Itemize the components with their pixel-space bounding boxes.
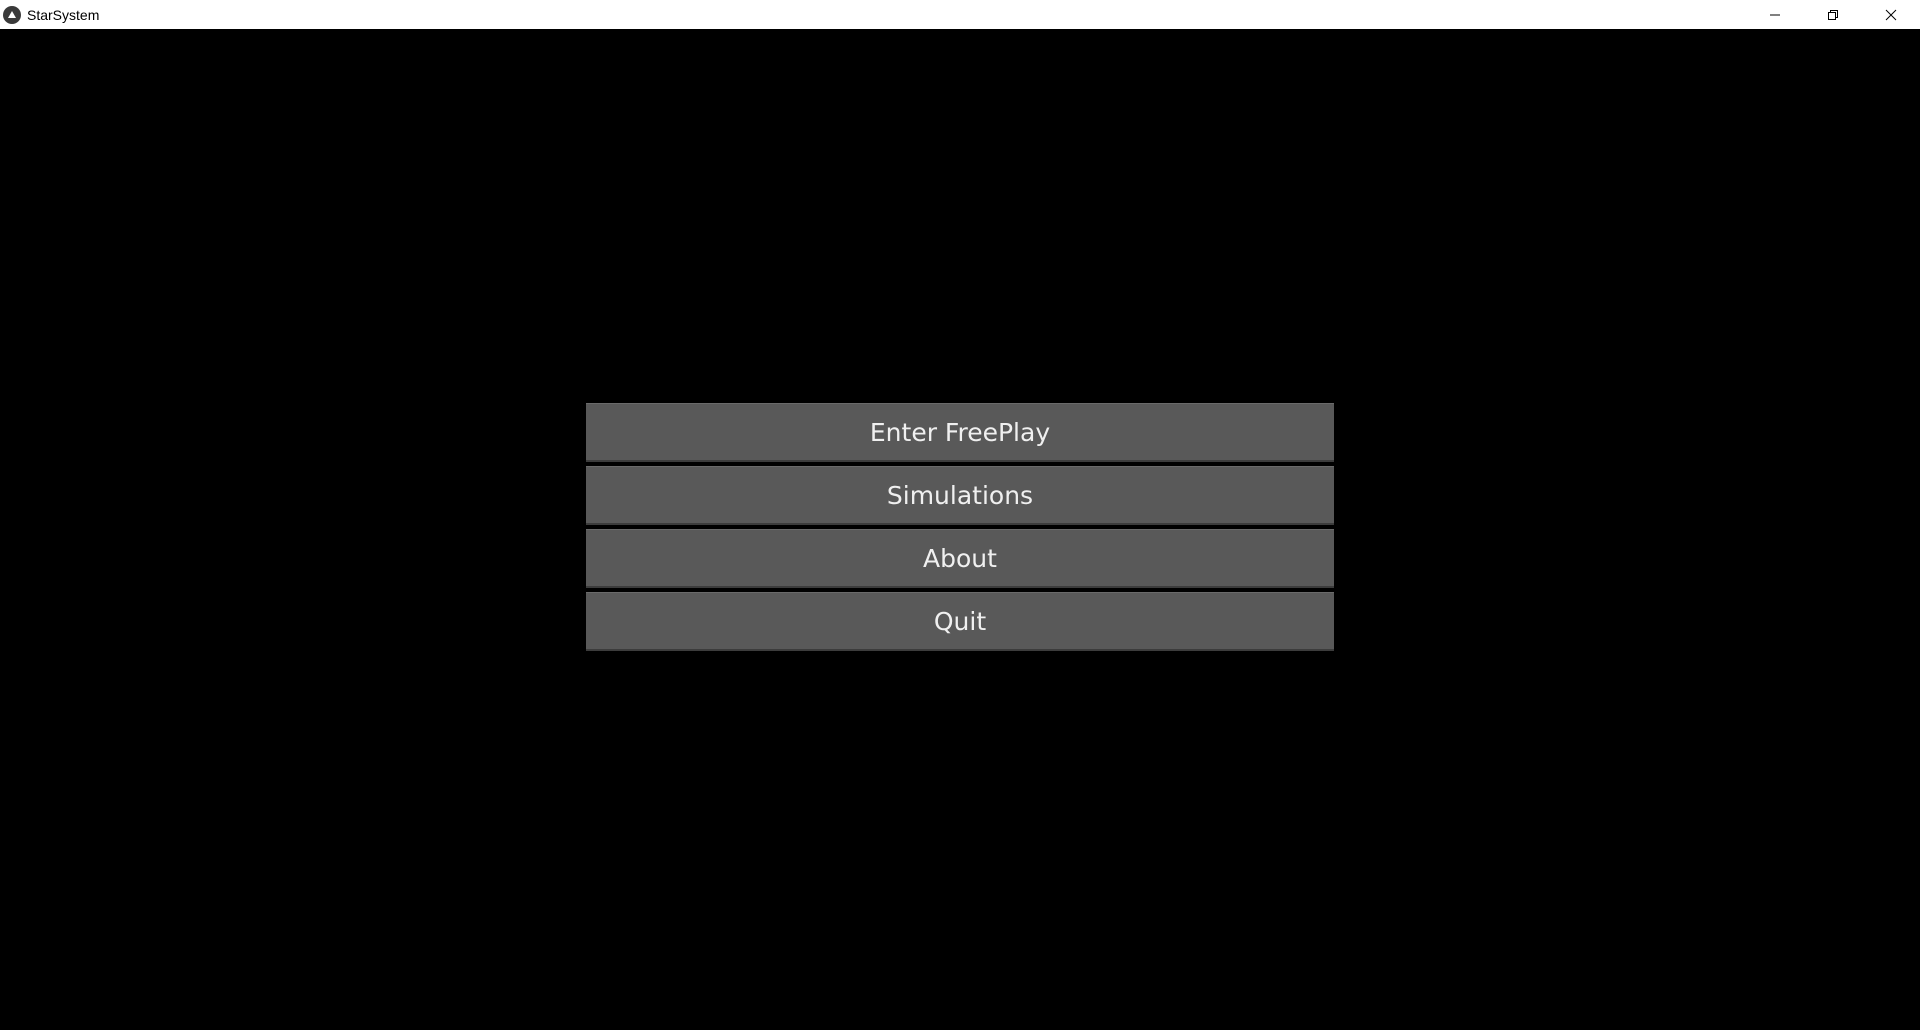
app-window: StarSystem Enter FreePlay Simulations Ab… [0, 0, 1920, 1030]
window-title: StarSystem [27, 6, 100, 23]
restore-icon [1828, 9, 1838, 20]
kivy-logo-icon [3, 5, 21, 24]
minimize-icon [1770, 14, 1780, 15]
simulations-button[interactable]: Simulations [586, 466, 1334, 525]
main-content: Enter FreePlay Simulations About Quit [0, 29, 1920, 1030]
window-controls [1746, 0, 1920, 29]
close-icon [1885, 9, 1897, 20]
enter-freeplay-button[interactable]: Enter FreePlay [586, 403, 1334, 462]
main-menu: Enter FreePlay Simulations About Quit [586, 403, 1334, 651]
title-bar[interactable]: StarSystem [0, 0, 1920, 29]
minimize-button[interactable] [1746, 0, 1804, 29]
quit-button[interactable]: Quit [586, 592, 1334, 651]
restore-button[interactable] [1804, 0, 1862, 29]
about-button[interactable]: About [586, 529, 1334, 588]
close-button[interactable] [1862, 0, 1920, 29]
